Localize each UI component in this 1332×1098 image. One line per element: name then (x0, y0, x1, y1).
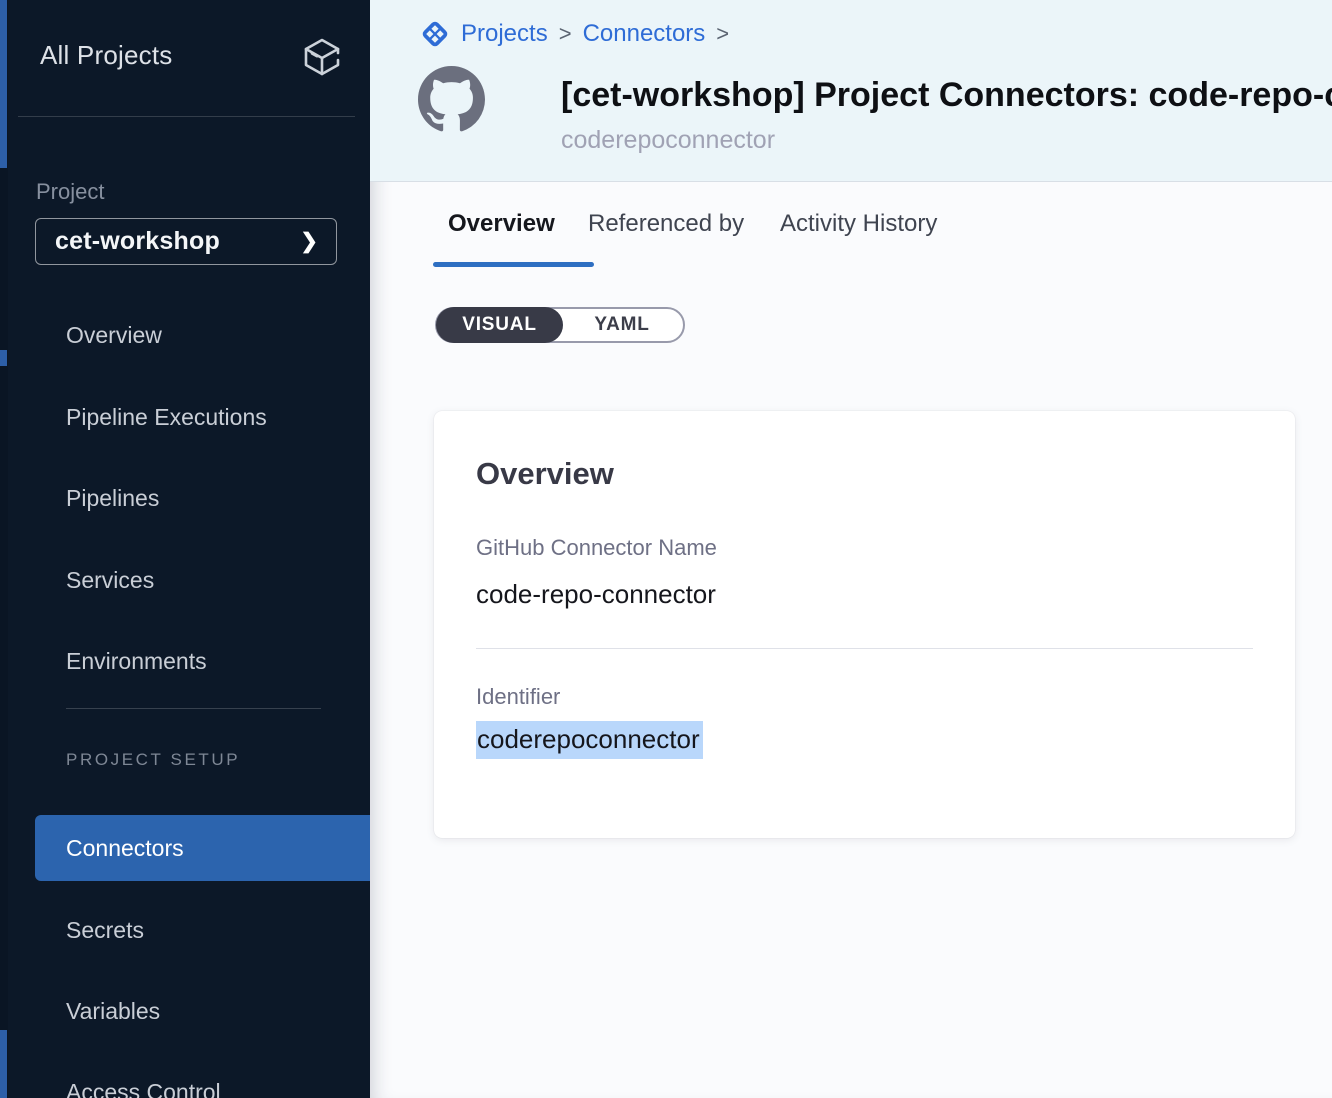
project-section-label: Project (36, 179, 104, 205)
sidebar-item-pipelines[interactable]: Pipelines (66, 483, 159, 513)
toggle-option-visual[interactable]: VISUAL (436, 307, 563, 343)
main-content: Projects > Connectors > [cet-workshop] P… (370, 0, 1332, 1098)
sidebar-item-overview[interactable]: Overview (66, 320, 162, 350)
sidebar-divider (18, 116, 355, 117)
rail-accent-mid (0, 350, 7, 366)
tab-referenced-by[interactable]: Referenced by (588, 210, 744, 238)
page-title: [cet-workshop] Project Connectors: code-… (561, 76, 1332, 115)
sidebar-item-label: Connectors (66, 835, 184, 862)
tab-overview[interactable]: Overview (448, 210, 555, 238)
field-label-connector-name: GitHub Connector Name (476, 535, 717, 561)
active-tab-underline (433, 262, 594, 267)
breadcrumb-separator-icon: > (559, 21, 572, 47)
project-setup-header: PROJECT SETUP (66, 750, 240, 770)
sidebar-item-pipeline-executions[interactable]: Pipeline Executions (66, 402, 267, 432)
chevron-right-icon: ❯ (300, 229, 318, 254)
page-subtitle: coderepoconnector (561, 126, 775, 155)
project-selector[interactable]: cet-workshop ❯ (35, 218, 337, 265)
card-heading: Overview (476, 456, 614, 492)
rail-accent-top (0, 0, 7, 168)
selected-identifier-text: coderepoconnector (476, 721, 703, 759)
overview-card: Overview GitHub Connector Name code-repo… (434, 411, 1295, 838)
selected-project-name: cet-workshop (55, 227, 220, 256)
toggle-option-yaml[interactable]: YAML (561, 309, 683, 341)
sidebar-item-secrets[interactable]: Secrets (66, 915, 144, 945)
breadcrumb-link-projects[interactable]: Projects (461, 20, 548, 48)
sidebar-item-variables[interactable]: Variables (66, 996, 160, 1026)
module-rail (0, 0, 8, 1098)
sidebar-item-connectors[interactable]: Connectors (35, 815, 370, 881)
breadcrumb-link-connectors[interactable]: Connectors (583, 20, 706, 48)
card-divider (476, 648, 1253, 649)
field-value-connector-name: code-repo-connector (476, 579, 716, 610)
projects-diamond-icon (418, 17, 452, 51)
rail-accent-bottom (0, 1030, 7, 1098)
projects-cube-icon[interactable] (300, 34, 344, 78)
sidebar: All Projects Project cet-workshop ❯ Over… (0, 0, 370, 1098)
all-projects-label: All Projects (40, 40, 172, 71)
sidebar-item-environments[interactable]: Environments (66, 646, 207, 676)
sidebar-item-access-control[interactable]: Access Control (66, 1077, 221, 1098)
page-header: Projects > Connectors > [cet-workshop] P… (370, 0, 1332, 182)
sidebar-item-services[interactable]: Services (66, 565, 154, 595)
title-row: [cet-workshop] Project Connectors: code-… (418, 64, 1332, 164)
tab-activity-history[interactable]: Activity History (780, 210, 937, 238)
breadcrumb: Projects > Connectors > (418, 17, 740, 51)
field-label-identifier: Identifier (476, 684, 560, 710)
github-icon (418, 66, 485, 133)
sidebar-divider (66, 708, 321, 709)
breadcrumb-separator-icon: > (716, 21, 729, 47)
visual-yaml-toggle[interactable]: VISUAL YAML (435, 307, 685, 343)
field-value-identifier: coderepoconnector (476, 724, 703, 755)
